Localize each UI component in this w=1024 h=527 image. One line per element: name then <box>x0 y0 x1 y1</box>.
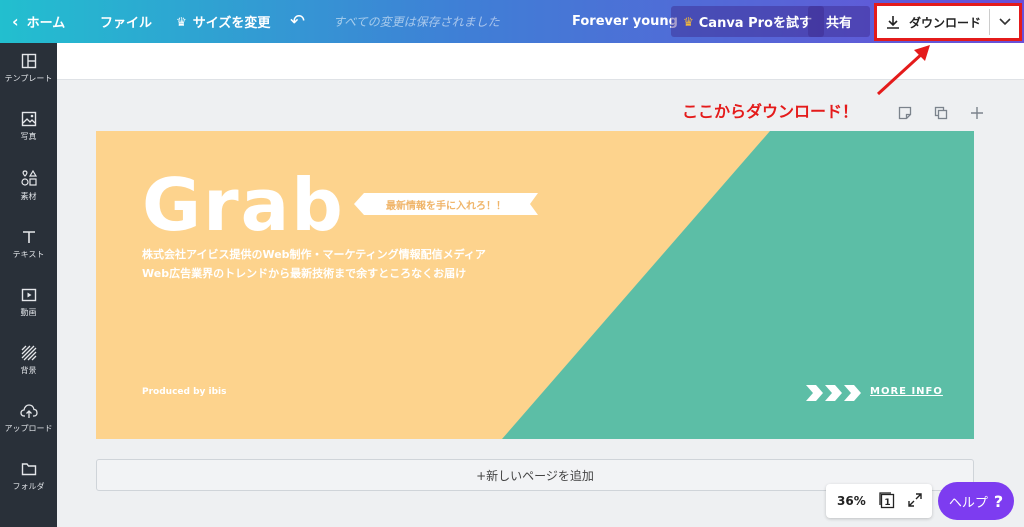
top-toolbar: ‹ ホーム ファイル ♛ サイズを変更 ↶ すべての変更は保存されました For… <box>0 0 1024 43</box>
home-button[interactable]: ‹ ホーム <box>12 0 65 43</box>
fullscreen-icon[interactable] <box>908 492 922 510</box>
download-options-button[interactable] <box>990 6 1019 38</box>
sidebar-label: テキスト <box>12 250 45 259</box>
pro-label: Canva Proを試す <box>698 16 812 31</box>
annotation-arrow <box>876 45 930 96</box>
produced-by-text[interactable]: Produced by ibis <box>142 387 227 397</box>
crown-icon: ♛ <box>683 14 694 29</box>
download-button[interactable]: ダウンロード <box>877 6 989 38</box>
background-icon <box>21 345 36 361</box>
download-label: ダウンロード <box>909 15 982 30</box>
resize-label: サイズを変更 <box>192 16 271 31</box>
chevron-left-icon: ‹ <box>12 12 19 31</box>
page-count: 1 <box>884 498 890 508</box>
sidebar-item-video[interactable]: 動画 <box>0 283 57 333</box>
sidebar-label: テンプレート <box>4 74 53 83</box>
zoom-level[interactable]: 36% <box>837 494 866 508</box>
download-icon <box>887 16 899 29</box>
sidebar-item-upload[interactable]: アップロード <box>0 399 57 449</box>
sidebar-item-background[interactable]: 背景 <box>0 341 57 391</box>
try-pro-button[interactable]: ♛ Canva Proを試す <box>671 6 824 37</box>
undo-icon[interactable]: ↶ <box>290 0 305 43</box>
sidebar-item-elements[interactable]: 素材 <box>0 165 57 215</box>
crown-icon: ♛ <box>176 14 187 29</box>
annotation-text: ここからダウンロード！ <box>682 102 859 121</box>
document-title[interactable]: Forever young <box>572 0 678 43</box>
ribbon-banner[interactable]: 最新情報を手に入れろ！！ <box>354 193 538 215</box>
banner-title[interactable]: Grab <box>142 163 345 247</box>
resize-button[interactable]: ♛ サイズを変更 <box>176 0 270 43</box>
banner-description-2[interactable]: Web広告業界のトレンドから最新技術まで余すところなくお届け <box>142 265 466 281</box>
text-icon <box>22 231 35 243</box>
template-icon <box>21 53 36 69</box>
sidebar-label: アップロード <box>4 424 53 433</box>
zoom-controls: 36% 1 <box>826 484 932 518</box>
ribbon-text: 最新情報を手に入れろ！！ <box>386 200 506 212</box>
download-highlight-box: ダウンロード <box>874 3 1022 41</box>
banner-description-1[interactable]: 株式会社アイビス提供のWeb制作・マーケティング情報配信メディア <box>142 246 486 262</box>
help-button[interactable]: ヘルプ ? <box>938 482 1014 520</box>
sidebar-item-photos[interactable]: 写真 <box>0 107 57 157</box>
save-status: すべての変更は保存されました <box>333 15 500 29</box>
sidebar-item-text[interactable]: テキスト <box>0 225 57 275</box>
duplicate-page-icon[interactable] <box>933 106 949 126</box>
sidebar-item-folder[interactable]: フォルダ <box>0 457 57 507</box>
file-menu-button[interactable]: ファイル <box>100 0 152 43</box>
page-count-icon[interactable]: 1 <box>878 491 896 512</box>
sidebar-label: 動画 <box>20 308 37 317</box>
question-icon: ? <box>993 491 1004 511</box>
share-button[interactable]: 共有 <box>808 6 870 37</box>
sidebar-label: 背景 <box>20 366 37 375</box>
design-canvas[interactable]: Grab 最新情報を手に入れろ！！ 株式会社アイビス提供のWeb制作・マーケティ… <box>96 131 974 439</box>
page-tools <box>897 106 985 126</box>
folder-icon <box>21 463 36 476</box>
video-icon <box>21 288 36 302</box>
triple-chevron-icon <box>806 385 861 401</box>
more-info-link[interactable]: MORE INFO <box>870 386 943 397</box>
help-label: ヘルプ <box>948 495 988 511</box>
sidebar-label: 写真 <box>20 132 37 141</box>
sidebar-label: フォルダ <box>12 482 45 491</box>
elements-icon <box>20 169 37 186</box>
chevron-down-icon <box>998 18 1011 26</box>
left-sidebar: テンプレート 写真 素材 テキスト 動画 背景 アップロード フォルダ <box>0 43 57 527</box>
sidebar-item-templates[interactable]: テンプレート <box>0 49 57 99</box>
note-icon[interactable] <box>897 106 913 126</box>
home-label: ホーム <box>26 16 66 31</box>
photo-icon <box>21 111 36 127</box>
sidebar-label: 素材 <box>20 192 37 201</box>
upload-icon <box>19 404 38 418</box>
add-page-icon[interactable] <box>969 106 985 126</box>
